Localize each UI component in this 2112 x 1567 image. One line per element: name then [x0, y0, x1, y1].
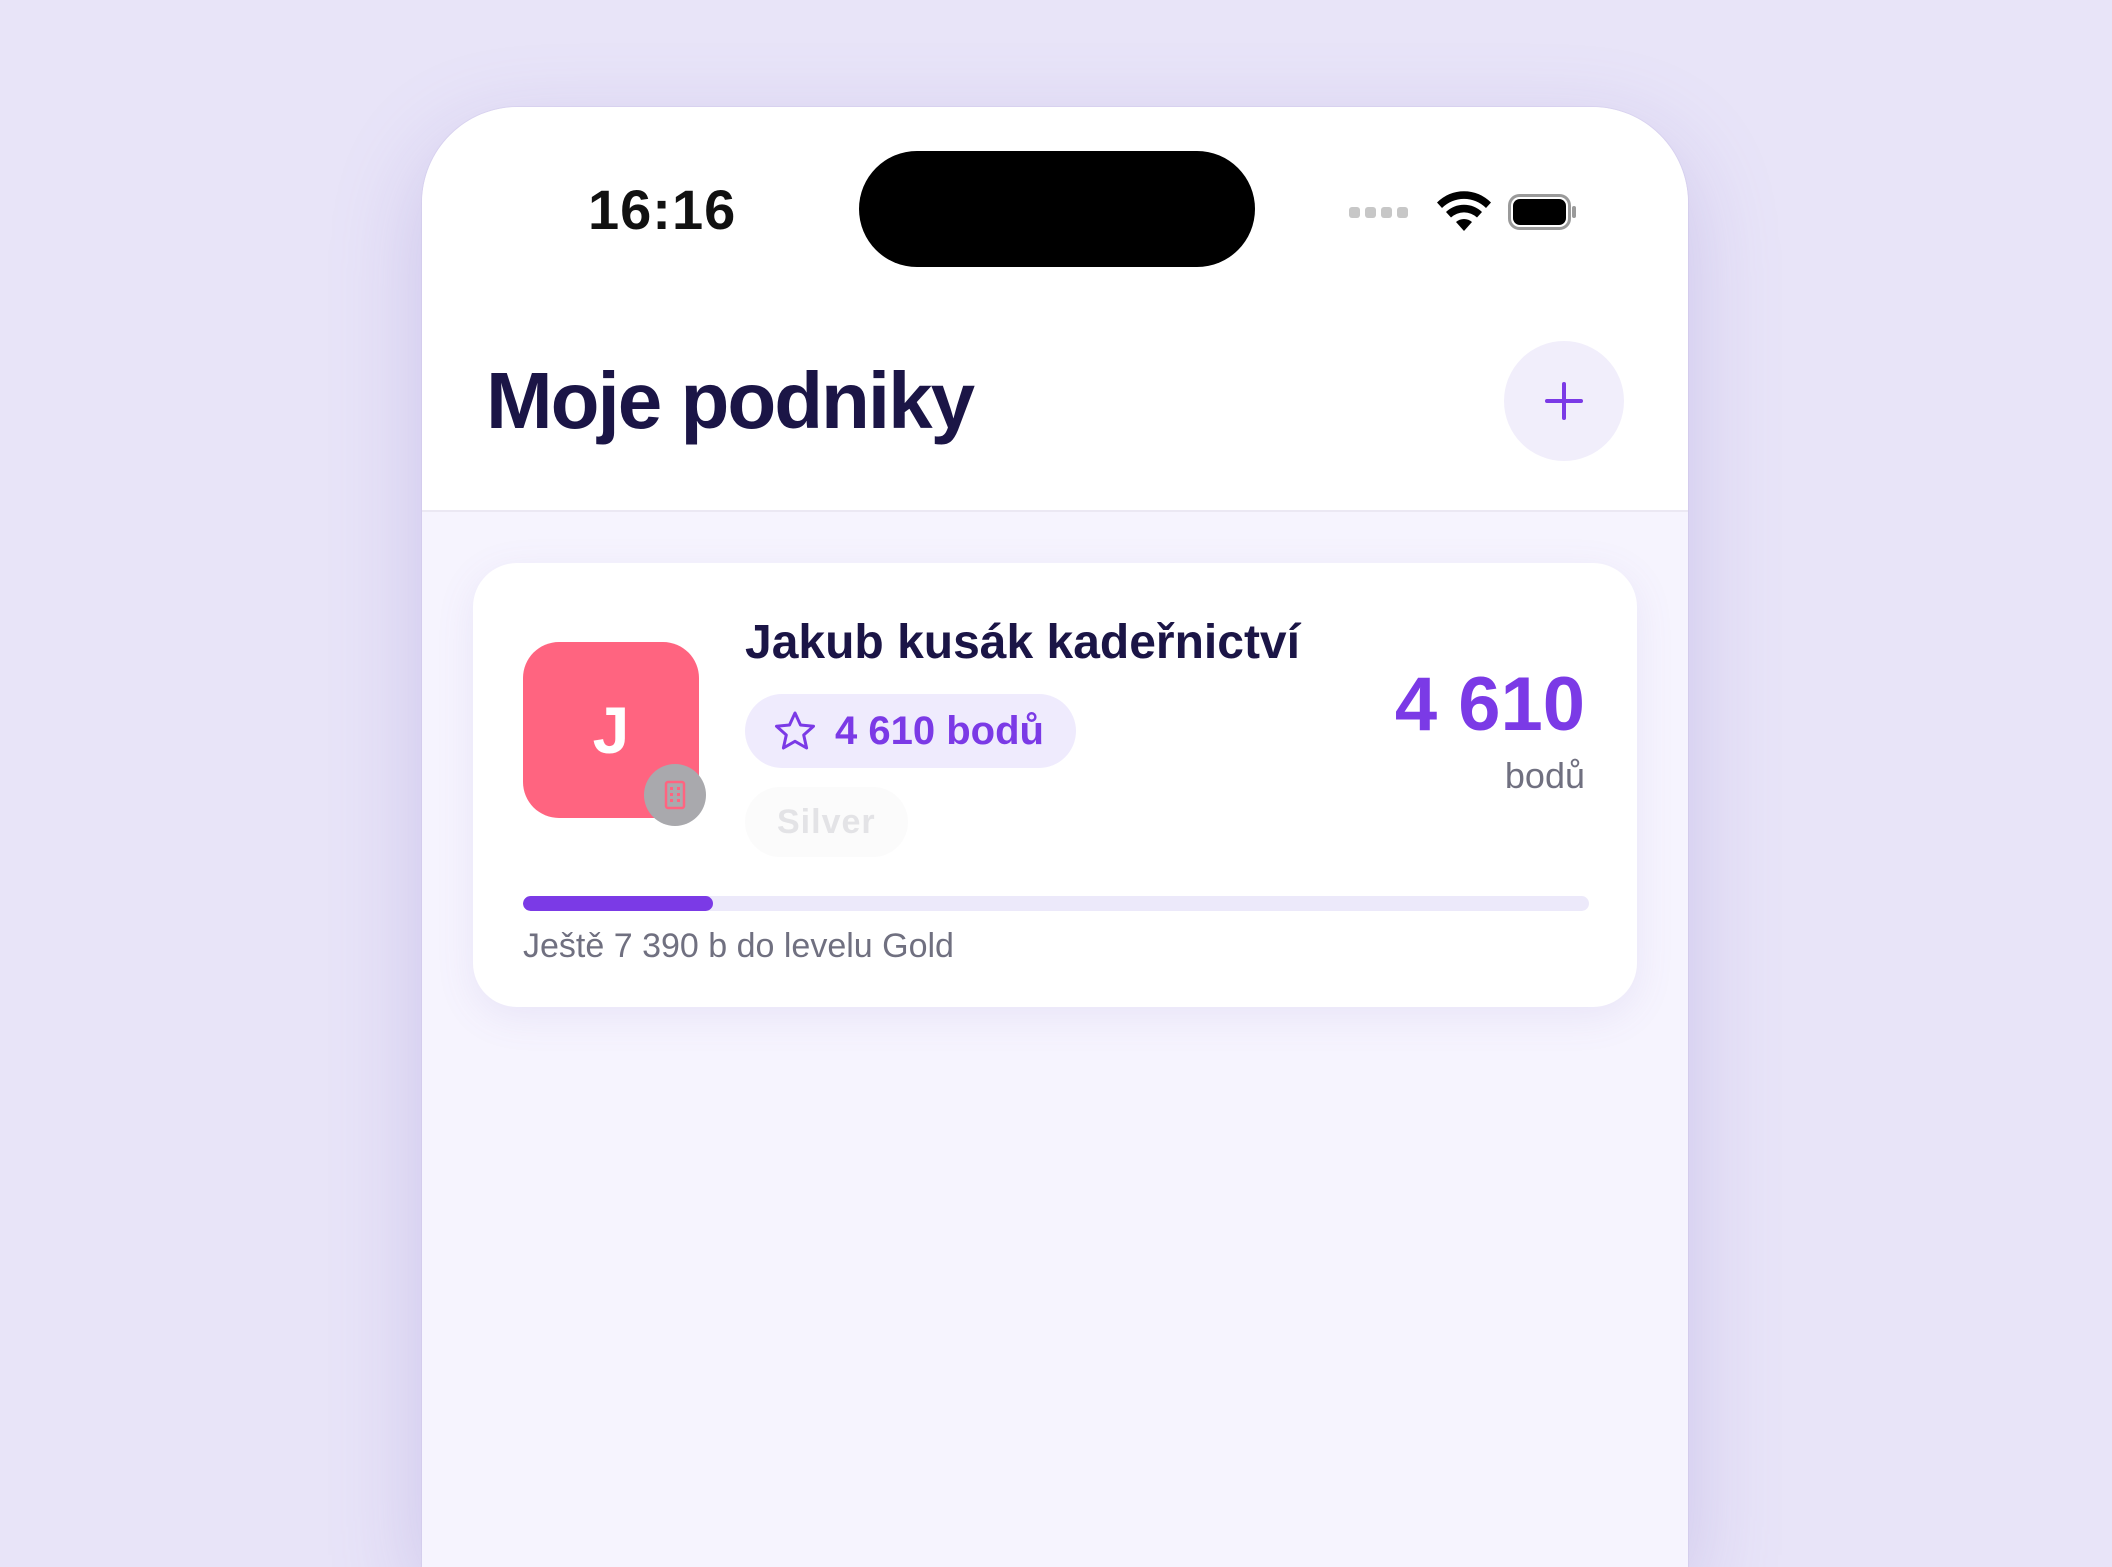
- points-value: 4 610: [1394, 662, 1585, 747]
- battery-icon: [1508, 194, 1576, 230]
- status-time: 16:16: [588, 178, 737, 241]
- business-card[interactable]: J Jakub kusák kadeřnictví 4 610 bodů Sil…: [473, 563, 1637, 1007]
- level-badge: Silver: [745, 787, 908, 857]
- header: 16:16 Moje podniky: [422, 107, 1688, 512]
- plus-icon: [1545, 382, 1583, 420]
- level-progress-fill: [523, 896, 713, 911]
- avatar-letter: J: [592, 693, 630, 767]
- points-pill-label: 4 610 bodů: [835, 708, 1044, 753]
- add-business-button[interactable]: [1504, 341, 1624, 461]
- points-pill: 4 610 bodů: [745, 694, 1076, 768]
- phone-screen: 16:16 Moje podniky J Jakub kusák kadeřni…: [422, 107, 1688, 1567]
- status-icons: [1349, 189, 1578, 235]
- dynamic-island: [859, 151, 1255, 267]
- points-unit: bodů: [1504, 755, 1585, 796]
- progress-caption: Ještě 7 390 b do levelu Gold: [523, 927, 954, 965]
- building-badge: [644, 764, 706, 826]
- business-name: Jakub kusák kadeřnictví: [745, 616, 1300, 669]
- building-icon: [664, 780, 686, 810]
- level-progress-bar: [523, 896, 1589, 911]
- star-icon: [775, 711, 815, 750]
- page-title: Moje podniky: [486, 356, 975, 445]
- wifi-icon: [1437, 191, 1491, 231]
- cellular-signal-icon: [1349, 206, 1408, 218]
